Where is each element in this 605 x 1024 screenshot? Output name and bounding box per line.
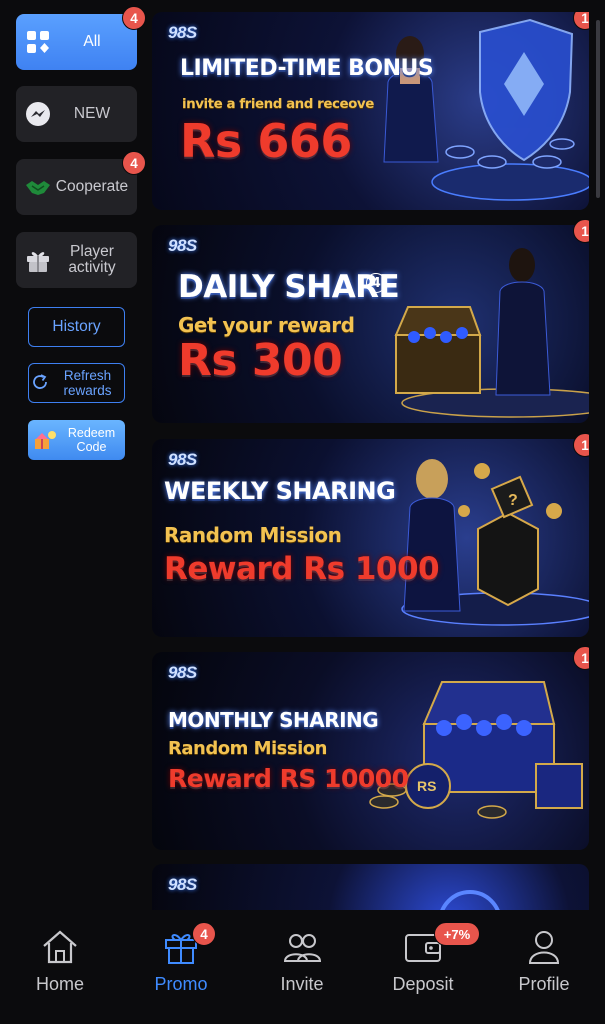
- currency-chip-label: RS: [417, 778, 437, 794]
- scrollbar[interactable]: [596, 20, 600, 198]
- banner-art: [440, 890, 500, 910]
- redeem-label: Redeem Code: [67, 426, 116, 454]
- category-label: NEW: [73, 105, 111, 122]
- nav-profile[interactable]: Profile: [489, 928, 599, 995]
- people-icon: [282, 928, 322, 966]
- promo-category-sidebar: All 4 NEW Cooperate 4 Player activity Hi…: [0, 0, 150, 910]
- handshake-icon: [25, 174, 51, 200]
- nav-label: Profile: [518, 974, 570, 994]
- banner-title: WEEKLY SHARING: [164, 477, 396, 505]
- bottom-navigation: Home Promo 4 Invite Deposit +7% Profile: [0, 910, 605, 1024]
- history-button[interactable]: History: [28, 307, 125, 347]
- promo-banner-limited-bonus[interactable]: 98S LIMITED-TIME BONUS invite a friend a…: [152, 12, 589, 210]
- nav-label: Invite: [280, 974, 324, 994]
- gift-icon: [25, 247, 51, 273]
- refresh-icon: [31, 373, 51, 394]
- category-new[interactable]: NEW: [16, 86, 137, 142]
- deposit-bonus-badge: +7%: [434, 922, 480, 946]
- banner-title: MONTHLY SHARING: [168, 708, 379, 732]
- brand-logo: 98S: [168, 875, 197, 894]
- messenger-icon: [25, 101, 51, 127]
- promo-banner-partial[interactable]: 98S: [152, 864, 589, 910]
- person-icon: [524, 928, 564, 966]
- banner-title: LIMITED-TIME BONUS: [180, 56, 434, 81]
- count-badge: 4: [122, 151, 146, 175]
- nav-invite[interactable]: Invite: [247, 928, 357, 995]
- nav-label: Promo: [154, 974, 208, 994]
- category-label: Player activity: [68, 243, 116, 276]
- brand-logo: 98S: [168, 663, 197, 682]
- promo-count-badge: 4: [192, 922, 216, 946]
- history-label: History: [52, 318, 101, 335]
- count-badge: 4: [122, 6, 146, 30]
- nav-deposit[interactable]: Deposit +7%: [368, 922, 480, 995]
- brand-logo: 98S: [168, 23, 197, 42]
- redeem-code-button[interactable]: Redeem Code: [28, 420, 125, 460]
- category-label: All: [83, 33, 101, 50]
- promo-banner-daily-share[interactable]: 98S DAILY SHARE 4 Get your reward Rs 300…: [152, 219, 589, 423]
- banner-amount: Reward Rs 1000: [164, 551, 440, 587]
- category-cooperate[interactable]: Cooperate 4: [16, 151, 146, 215]
- promo-banner-monthly-sharing[interactable]: RS 98S MONTHLY SHARING Random Mission Re…: [152, 646, 589, 850]
- banner-subtitle: Random Mission: [168, 738, 327, 759]
- category-player-activity[interactable]: Player activity: [16, 232, 137, 288]
- grid-icon: [25, 29, 51, 55]
- refresh-label: Refresh rewards: [63, 368, 112, 398]
- share-count-circle: 4: [366, 273, 386, 293]
- banner-subtitle: Get your reward: [178, 313, 355, 337]
- redeem-gift-icon: [32, 429, 58, 451]
- brand-logo: 98S: [168, 450, 197, 469]
- category-all[interactable]: All 4: [16, 6, 146, 70]
- refresh-rewards-button[interactable]: Refresh rewards: [28, 363, 125, 403]
- home-icon: [40, 928, 80, 966]
- banner-amount: Rs 300: [178, 335, 343, 386]
- nav-label: Home: [35, 974, 84, 994]
- nav-label: Deposit: [392, 974, 454, 994]
- promo-banner-list: 98S LIMITED-TIME BONUS invite a friend a…: [152, 12, 589, 910]
- brand-logo: 98S: [168, 236, 197, 255]
- category-label: Cooperate: [55, 178, 129, 195]
- nav-home[interactable]: Home: [5, 928, 115, 995]
- promo-banner-weekly-sharing[interactable]: ? 98S WEEKLY SHARING Random Mission Rewa…: [152, 433, 589, 637]
- nav-promo[interactable]: Promo 4: [126, 922, 236, 995]
- banner-amount: Rs 666: [180, 114, 352, 168]
- svg-text:?: ?: [508, 492, 518, 509]
- banner-amount: Reward RS 10000: [168, 764, 409, 793]
- banner-subtitle: invite a friend and receove: [182, 96, 374, 112]
- banner-subtitle: Random Mission: [164, 523, 342, 547]
